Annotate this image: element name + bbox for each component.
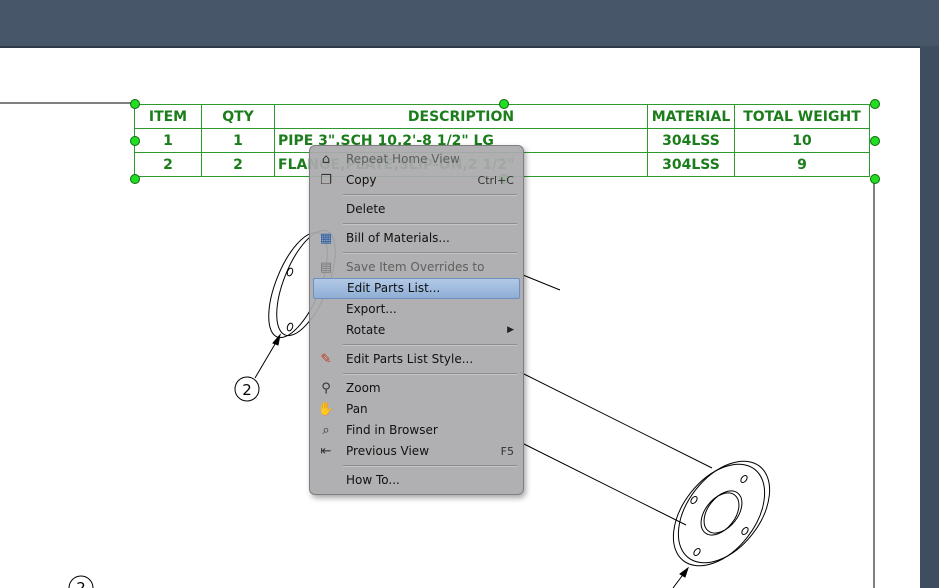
submenu-arrow-icon: ▶ — [507, 325, 514, 335]
zoom-icon: ⚲ — [321, 381, 331, 396]
menu-item-label: Pan — [346, 402, 368, 416]
selection-grip[interactable] — [130, 99, 140, 109]
menu-item-pan[interactable]: ✋ Pan — [313, 399, 520, 420]
menu-item-label: Edit Parts List... — [347, 281, 441, 295]
drawing-window: 2 2 ITEM QTY DESCRIPTION MATERIAL TOTAL … — [0, 0, 939, 588]
menu-item-label: Bill of Materials... — [346, 231, 450, 245]
menu-item-bill-of-materials[interactable]: ▦ Bill of Materials... — [313, 228, 520, 249]
menu-item-copy[interactable]: ❐ Copy Ctrl+C — [313, 170, 520, 191]
menu-item-shortcut: F5 — [500, 445, 514, 458]
menu-item-label: Zoom — [346, 381, 381, 395]
menu-separator — [343, 465, 517, 467]
item-balloon[interactable]: 2 — [68, 575, 94, 588]
selection-grip[interactable] — [130, 174, 140, 184]
menu-item-label: Copy — [346, 173, 377, 187]
selection-grip[interactable] — [499, 99, 509, 109]
item-balloon[interactable]: 2 — [234, 376, 260, 402]
menu-item-shortcut: Ctrl+C — [477, 174, 514, 187]
menu-item-repeat-home-view[interactable]: ⌂ Repeat Home View — [313, 149, 520, 170]
home-view-icon: ⌂ — [321, 152, 331, 167]
column-header: ITEM — [134, 104, 202, 129]
menu-item-zoom[interactable]: ⚲ Zoom — [313, 378, 520, 399]
menu-item-label: How To... — [346, 473, 400, 487]
selection-grip[interactable] — [870, 174, 880, 184]
balloon-label: 2 — [242, 381, 252, 399]
menu-item-label: Repeat Home View — [346, 152, 460, 166]
menu-item-edit-parts-list[interactable]: Edit Parts List... — [313, 278, 520, 299]
copy-icon: ❐ — [320, 173, 332, 188]
menu-item-edit-parts-list-style[interactable]: ✎ Edit Parts List Style... — [313, 349, 520, 370]
previous-view-icon: ⇤ — [320, 444, 332, 459]
column-header: TOTAL WEIGHT — [734, 104, 870, 129]
menu-separator — [343, 373, 517, 375]
table-cell: 2 — [201, 152, 275, 177]
bill-of-materials-icon: ▦ — [319, 231, 333, 246]
menu-item-label: Export... — [346, 302, 397, 316]
column-header: QTY — [201, 104, 275, 129]
menu-item-label: Rotate — [346, 323, 386, 337]
menu-item-delete[interactable]: Delete — [313, 199, 520, 220]
column-header: DESCRIPTION — [274, 104, 648, 129]
menu-separator — [343, 344, 517, 346]
menu-item-label: Find in Browser — [346, 423, 438, 437]
table-cell: 304LSS — [647, 128, 735, 153]
find-in-browser-icon: ⌕ — [322, 423, 330, 438]
style-icon: ✎ — [320, 352, 332, 367]
selection-grip[interactable] — [870, 99, 880, 109]
table-cell: 9 — [734, 152, 870, 177]
table-cell: 10 — [734, 128, 870, 153]
flange-lower[interactable] — [655, 444, 788, 583]
pan-hand-icon: ✋ — [317, 402, 335, 417]
table-cell: 1 — [134, 128, 202, 153]
selection-grip[interactable] — [130, 136, 140, 146]
menu-separator — [343, 194, 517, 196]
save-overrides-icon: ▤ — [319, 260, 333, 275]
context-menu: ⌂ Repeat Home View ❐ Copy Ctrl+C Delete … — [309, 145, 524, 495]
menu-item-rotate[interactable]: Rotate ▶ — [313, 320, 520, 341]
table-cell: 2 — [134, 152, 202, 177]
menu-item-find-in-browser[interactable]: ⌕ Find in Browser — [313, 420, 520, 441]
pipe-body[interactable] — [519, 274, 713, 526]
menu-item-previous-view[interactable]: ⇤ Previous View F5 — [313, 441, 520, 462]
menu-item-label: Previous View — [346, 444, 430, 458]
menu-item-save-item-overrides[interactable]: ▤ Save Item Overrides to BOM — [313, 257, 520, 295]
table-cell: 1 — [201, 128, 275, 153]
menu-separator — [343, 223, 517, 225]
selection-grip[interactable] — [870, 136, 880, 146]
menu-item-how-to[interactable]: How To... — [313, 470, 520, 491]
table-cell: 304LSS — [647, 152, 735, 177]
menu-item-label: Delete — [346, 202, 386, 216]
menu-item-export[interactable]: Export... — [313, 299, 520, 320]
balloon-leader — [672, 566, 689, 588]
balloon-label: 2 — [76, 579, 86, 588]
menu-separator — [343, 252, 517, 254]
menu-item-label: Edit Parts List Style... — [346, 352, 474, 366]
balloon-leader — [254, 333, 281, 379]
column-header: MATERIAL — [647, 104, 735, 129]
